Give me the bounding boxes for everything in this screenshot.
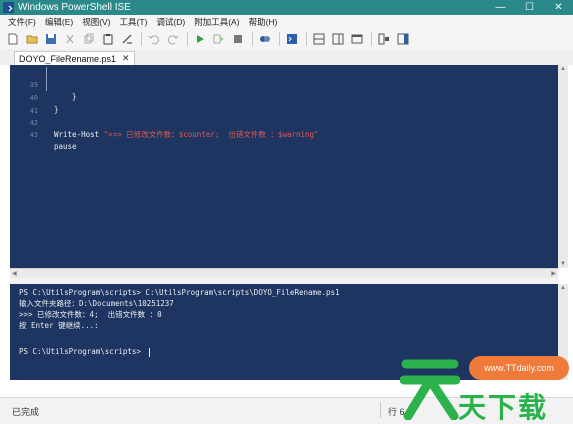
maximize-button[interactable]: ☐ bbox=[515, 0, 544, 15]
copy-icon[interactable] bbox=[82, 32, 96, 46]
menu-bar: 文件(F) 编辑(E) 视图(V) 工具(T) 调试(D) 附加工具(A) 帮助… bbox=[0, 15, 573, 29]
stop-icon[interactable] bbox=[231, 32, 245, 46]
toolbar-separator bbox=[279, 32, 280, 46]
tab-label: DOYO_FileRename.ps1 bbox=[19, 53, 117, 64]
code-line: 39 } bbox=[10, 67, 77, 101]
text-cursor bbox=[149, 347, 151, 357]
status-text: 已完成 bbox=[12, 407, 40, 417]
cmdlet-token: Write-Host bbox=[54, 130, 104, 139]
scroll-up-arrow-icon[interactable]: ▲ bbox=[560, 66, 566, 72]
console-prompt: PS C:\UtilsProgram\scripts> bbox=[19, 347, 146, 356]
code-text: } bbox=[54, 92, 77, 101]
code-text: Write-Host ">>> 已修改文件数：$counter; 出错文件数 ：… bbox=[54, 129, 319, 141]
run-selection-icon[interactable] bbox=[212, 32, 226, 46]
powershell-icon bbox=[3, 2, 14, 13]
code-line: 43 pause bbox=[10, 117, 77, 151]
scroll-up-arrow-icon[interactable]: ▲ bbox=[560, 285, 566, 291]
layout-top-icon[interactable] bbox=[312, 32, 326, 46]
close-button[interactable]: ✕ bbox=[544, 0, 573, 15]
addon-icon[interactable] bbox=[396, 32, 410, 46]
code-line: 42 Write-Host ">>> 已修改文件数：$counter; 出错文件… bbox=[10, 105, 319, 139]
show-commands-icon[interactable] bbox=[377, 32, 391, 46]
console-prompt-line: PS C:\UtilsProgram\scripts> bbox=[19, 346, 151, 357]
run-icon[interactable] bbox=[193, 32, 207, 46]
watermark-brand: 天下载 bbox=[458, 391, 549, 424]
watermark-url-badge: www.TTdaily.com bbox=[469, 356, 569, 380]
script-editor[interactable]: 39 } 40 } 41 42 Write-Host ">>> 已修改文件数：$… bbox=[10, 65, 558, 268]
code-text: pause bbox=[54, 142, 77, 151]
console-line: PS C:\UtilsProgram\scripts> C:\UtilsProg… bbox=[19, 288, 340, 297]
toolbar-separator bbox=[141, 32, 142, 46]
layout-max-icon[interactable] bbox=[350, 32, 364, 46]
redo-icon[interactable] bbox=[166, 32, 180, 46]
scroll-left-arrow-icon[interactable]: ◀ bbox=[12, 270, 17, 277]
title-bar: Windows PowerShell ISE — ☐ ✕ bbox=[0, 0, 573, 15]
undo-icon[interactable] bbox=[147, 32, 161, 46]
code-line: 40 } bbox=[10, 80, 59, 114]
string-token: ">>> 已修改文件数：$counter; 出错文件数 ：$warning" bbox=[103, 130, 319, 139]
tab-strip: DOYO_FileRename.ps1 ✕ bbox=[0, 49, 573, 65]
menu-view[interactable]: 视图(V) bbox=[82, 16, 110, 28]
toolbar-separator bbox=[187, 32, 188, 46]
menu-edit[interactable]: 编辑(E) bbox=[45, 16, 73, 28]
code-line: 41 bbox=[10, 93, 38, 115]
window-title: Windows PowerShell ISE bbox=[18, 2, 131, 13]
open-folder-icon[interactable] bbox=[25, 32, 39, 46]
menu-debug[interactable]: 调试(D) bbox=[156, 16, 185, 28]
scroll-down-arrow-icon[interactable]: ▼ bbox=[560, 261, 566, 267]
toolbar bbox=[0, 29, 573, 49]
line-number: 43 bbox=[29, 131, 38, 139]
scroll-right-arrow-icon[interactable]: ▶ bbox=[551, 270, 556, 277]
clear-icon[interactable] bbox=[120, 32, 134, 46]
console-line: 输入文件夹路径：D:\Documents\10251237 bbox=[19, 299, 174, 308]
paste-icon[interactable] bbox=[101, 32, 115, 46]
editor-vertical-scrollbar[interactable]: ▲ ▼ bbox=[558, 65, 568, 268]
window-controls: — ☐ ✕ bbox=[486, 0, 573, 15]
toolbar-separator bbox=[252, 32, 253, 46]
toolbar-separator bbox=[306, 32, 307, 46]
save-icon[interactable] bbox=[44, 32, 58, 46]
console-icon[interactable] bbox=[285, 32, 299, 46]
minimize-button[interactable]: — bbox=[486, 0, 515, 15]
menu-file[interactable]: 文件(F) bbox=[8, 16, 36, 28]
editor-horizontal-scrollbar[interactable]: ◀ ▶ bbox=[10, 268, 558, 278]
fold-guide bbox=[46, 67, 47, 91]
status-divider bbox=[380, 402, 381, 418]
console-line: >>> 已修改文件数：4; 出错文件数 ：0 bbox=[19, 310, 162, 319]
menu-tools[interactable]: 工具(T) bbox=[120, 16, 148, 28]
toolbar-separator bbox=[371, 32, 372, 46]
menu-help[interactable]: 帮助(H) bbox=[249, 16, 278, 28]
new-file-icon[interactable] bbox=[6, 32, 20, 46]
tab-close-icon[interactable]: ✕ bbox=[122, 53, 130, 64]
console-line: 按 Enter 键继续...: bbox=[19, 321, 99, 330]
code-text: } bbox=[54, 105, 59, 114]
layout-right-icon[interactable] bbox=[331, 32, 345, 46]
tab-doyo-filerename[interactable]: DOYO_FileRename.ps1 ✕ bbox=[14, 51, 135, 65]
remote-icon[interactable] bbox=[258, 32, 272, 46]
watermark-logo-icon bbox=[400, 359, 460, 420]
menu-addons[interactable]: 附加工具(A) bbox=[194, 16, 239, 28]
cut-icon[interactable] bbox=[63, 32, 77, 46]
